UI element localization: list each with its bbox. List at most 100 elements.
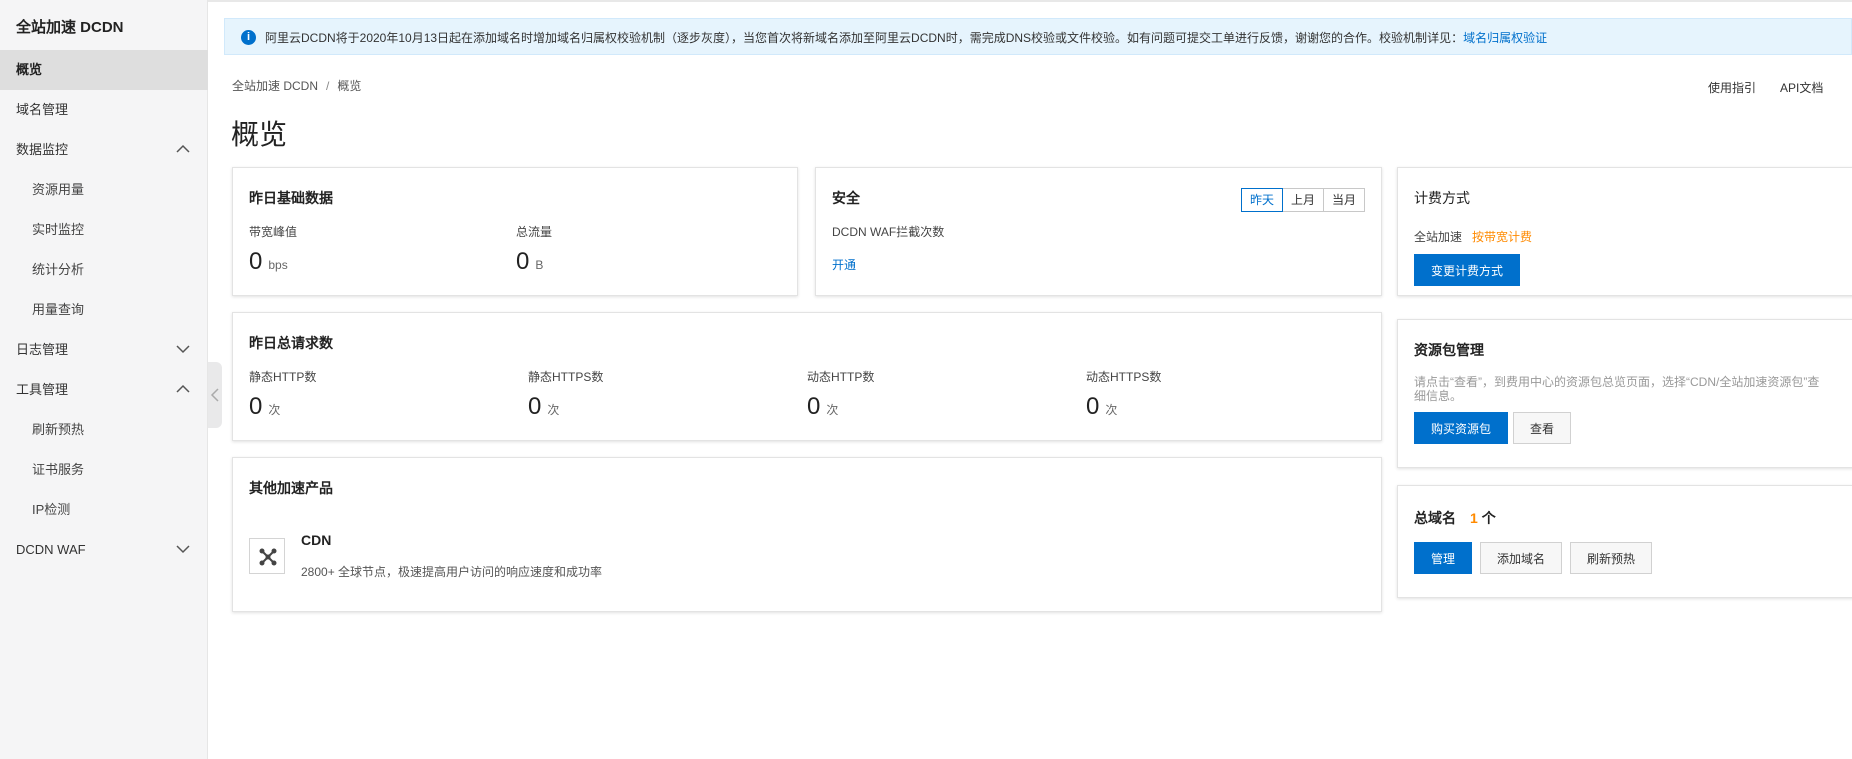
metric-number: 0 [1086, 393, 1100, 420]
sidebar-item-resource-usage[interactable]: 资源用量 [0, 170, 208, 210]
sidebar-item-waf[interactable]: DCDN WAF [0, 530, 208, 570]
sidebar-item-label: 工具管理 [16, 382, 69, 397]
metric-number: 0 [249, 248, 263, 275]
packages-card: 资源包管理 请点击“查看”，到费用中心的资源包总览页面，选择“CDN/全站加速资… [1397, 319, 1852, 468]
page-title: 概览 [231, 119, 288, 150]
domains-summary: 总域名 1 个 [1414, 508, 1496, 528]
packages-title: 资源包管理 [1414, 342, 1484, 358]
metric-number: 0 [249, 393, 263, 420]
metric-number: 0 [528, 393, 542, 420]
breadcrumb-root[interactable]: 全站加速 DCDN [232, 79, 318, 93]
cdn-product-desc: 2800+ 全球节点，极速提高用户访问的响应速度和成功率 [301, 565, 603, 579]
notice-text: 阿里云DCDN将于2020年10月13日起在添加域名时增加域名归属权校验机制（逐… [265, 29, 1547, 46]
billing-card: 计费方式 全站加速 按带宽计费 变更计费方式 [1397, 167, 1852, 296]
metric-number: 0 [807, 393, 821, 420]
billing-title: 计费方式 [1414, 190, 1470, 206]
billing-info: 全站加速 按带宽计费 [1414, 228, 1532, 245]
sidebar-item-usage-query[interactable]: 用量查询 [0, 290, 208, 330]
sidebar-item-logs[interactable]: 日志管理 [0, 330, 208, 370]
metric-unit: 次 [1105, 403, 1118, 417]
sidebar-item-refresh-preload[interactable]: 刷新预热 [0, 410, 208, 450]
sidebar-item-label: 日志管理 [16, 342, 69, 357]
domains-unit: 个 [1481, 510, 1496, 526]
bandwidth-peak-value: 0 bps [249, 248, 288, 276]
cdn-product-name[interactable]: CDN [301, 532, 331, 548]
domains-title: 总域名 [1414, 510, 1456, 526]
security-card: 安全 昨天 上月 当月 DCDN WAF拦截次数 开通 [815, 167, 1382, 296]
chevron-down-icon [176, 545, 190, 554]
metric-unit: B [535, 258, 544, 272]
packages-desc-line: 细信息。 [1414, 389, 1463, 403]
static-http-label: 静态HTTP数 [249, 370, 317, 384]
manage-domains-button[interactable]: 管理 [1414, 542, 1473, 574]
domains-count: 1 [1470, 510, 1478, 526]
requests-card: 昨日总请求数 静态HTTP数 0次 静态HTTPS数 0次 动态HTTP数 0次… [232, 312, 1382, 441]
other-products-title: 其他加速产品 [249, 480, 333, 496]
top-border [50, 0, 1852, 2]
basic-data-title: 昨日基础数据 [249, 190, 333, 206]
sidebar-item-statistics[interactable]: 统计分析 [0, 250, 208, 290]
cdn-product-icon[interactable] [249, 538, 285, 574]
metric-unit: 次 [826, 403, 839, 417]
chevron-up-icon [176, 384, 190, 393]
sidebar-item-certificates[interactable]: 证书服务 [0, 450, 208, 490]
notice-message: 阿里云DCDN将于2020年10月13日起在添加域名时增加域名归属权校验机制（逐… [265, 31, 1464, 45]
static-http-value: 0次 [249, 393, 280, 421]
buy-package-button[interactable]: 购买资源包 [1414, 412, 1509, 444]
view-package-button[interactable]: 查看 [1513, 412, 1572, 444]
sidebar-item-label: DCDN WAF [16, 542, 86, 557]
total-traffic-value: 0B [516, 248, 543, 276]
breadcrumb: 全站加速 DCDN / 概览 [232, 77, 361, 94]
total-traffic-label: 总流量 [516, 225, 553, 239]
metric-unit: bps [268, 258, 288, 272]
refresh-preload-button[interactable]: 刷新预热 [1570, 542, 1653, 574]
tab-last-month[interactable]: 上月 [1281, 188, 1324, 212]
metric-number: 0 [516, 248, 530, 275]
sidebar-item-label: 数据监控 [16, 142, 69, 157]
packages-desc-line: 请点击“查看”，到费用中心的资源包总览页面，选择“CDN/全站加速资源包”查 [1414, 375, 1820, 389]
sidebar-collapse-handle[interactable] [208, 362, 222, 428]
sidebar-item-tools[interactable]: 工具管理 [0, 370, 208, 410]
waf-block-count-label: DCDN WAF拦截次数 [832, 225, 945, 239]
usage-guide-link[interactable]: 使用指引 [1708, 79, 1756, 96]
dynamic-https-label: 动态HTTPS数 [1086, 370, 1162, 384]
sidebar-item-domains[interactable]: 域名管理 [0, 90, 208, 130]
breadcrumb-separator: / [326, 79, 330, 93]
sidebar-item-realtime-monitor[interactable]: 实时监控 [0, 210, 208, 250]
bandwidth-peak-label: 带宽峰值 [249, 225, 298, 239]
basic-data-card: 昨日基础数据 带宽峰值 0 bps 总流量 0B [232, 167, 798, 296]
network-icon [259, 548, 277, 566]
billing-method: 按带宽计费 [1472, 230, 1533, 244]
period-switch: 昨天 上月 当月 [1240, 188, 1365, 212]
dynamic-https-value: 0次 [1086, 393, 1117, 421]
metric-unit: 次 [547, 403, 560, 417]
security-title: 安全 [832, 190, 860, 206]
chevron-left-icon [210, 388, 219, 402]
waf-enable-link[interactable]: 开通 [832, 256, 856, 273]
api-docs-link[interactable]: API文档 [1780, 79, 1823, 96]
domains-card: 总域名 1 个 管理 添加域名 刷新预热 [1397, 485, 1852, 598]
packages-desc: 请点击“查看”，到费用中心的资源包总览页面，选择“CDN/全站加速资源包”查 细… [1414, 375, 1819, 403]
metric-unit: 次 [268, 403, 281, 417]
tab-this-month[interactable]: 当月 [1322, 188, 1365, 212]
info-icon: i [241, 30, 256, 45]
sidebar-item-overview[interactable]: 概览 [0, 50, 208, 90]
sidebar-item-data-monitor[interactable]: 数据监控 [0, 130, 208, 170]
sidebar-title: 全站加速 DCDN [16, 19, 124, 36]
notice-banner: i 阿里云DCDN将于2020年10月13日起在添加域名时增加域名归属权校验机制… [224, 18, 1852, 55]
static-https-label: 静态HTTPS数 [528, 370, 604, 384]
add-domain-button[interactable]: 添加域名 [1480, 542, 1563, 574]
breadcrumb-current: 概览 [337, 79, 362, 93]
chevron-down-icon [176, 345, 190, 354]
change-billing-button[interactable]: 变更计费方式 [1414, 254, 1521, 286]
sidebar-item-ip-check[interactable]: IP检测 [0, 490, 208, 530]
requests-title: 昨日总请求数 [249, 335, 333, 351]
static-https-value: 0次 [528, 393, 559, 421]
notice-link[interactable]: 域名归属权验证 [1463, 31, 1547, 45]
sidebar: 全站加速 DCDN 概览 域名管理 数据监控 资源用量 实时监控 统计分析 用量… [0, 0, 208, 759]
tab-yesterday[interactable]: 昨天 [1240, 188, 1283, 212]
dynamic-http-label: 动态HTTP数 [807, 370, 875, 384]
dynamic-http-value: 0次 [807, 393, 838, 421]
billing-product: 全站加速 [1414, 230, 1463, 244]
other-products-card: 其他加速产品 CDN 2800+ 全球节点，极速提高用户访问的响应速度和成功率 [232, 457, 1382, 612]
